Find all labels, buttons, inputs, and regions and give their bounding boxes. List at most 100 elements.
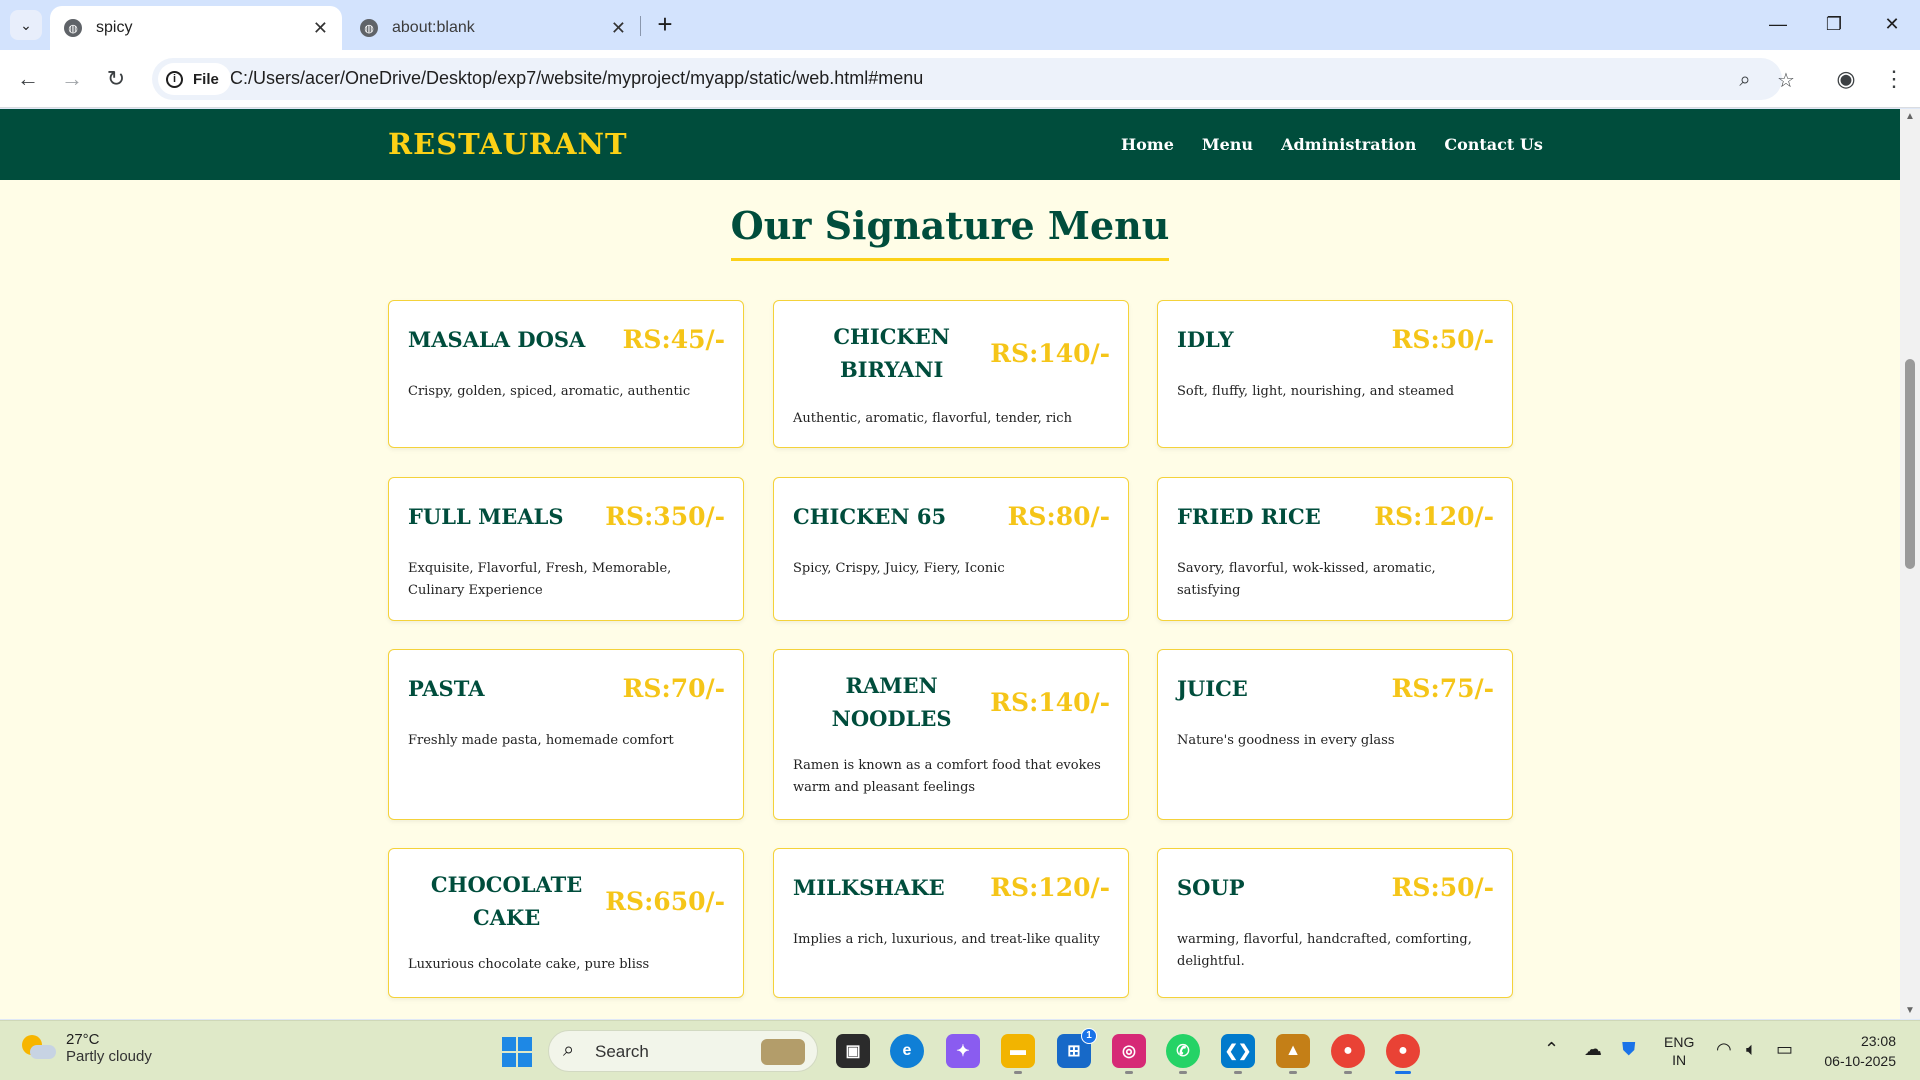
close-tab-icon[interactable]: ✕ xyxy=(313,18,328,39)
star-icon[interactable]: ☆ xyxy=(1772,66,1800,94)
dish-description: Exquisite, Flavorful, Fresh, Memorable, … xyxy=(408,561,672,598)
site-header: RESTAURANT Home Menu Administration Cont… xyxy=(0,109,1900,180)
menu-card-full-meals[interactable]: FULL MEALS RS:350/- Exquisite, Flavorful,… xyxy=(388,477,744,621)
wifi-icon[interactable]: ◠ xyxy=(1716,1039,1732,1060)
dish-price: RS:45/- xyxy=(622,325,725,354)
instagram-icon[interactable]: ◎ xyxy=(1112,1034,1146,1074)
menu-card-chicken-65[interactable]: CHICKEN 65 RS:80/- Spicy, Crispy, Juicy, … xyxy=(773,477,1129,621)
taskbar-search[interactable]: ⌕ Search xyxy=(548,1030,818,1072)
menu-card-pasta[interactable]: PASTA RS:70/- Freshly made pasta, homemad… xyxy=(388,649,744,820)
restore-button[interactable]: ❐ xyxy=(1806,0,1862,48)
close-tab-icon[interactable]: ✕ xyxy=(611,18,626,39)
menu-card-chicken-biryani[interactable]: CHICKEN BIRYANI RS:140/- Authentic, aroma… xyxy=(773,300,1129,448)
whatsapp-icon[interactable]: ✆ xyxy=(1166,1034,1200,1074)
windows-start-icon[interactable] xyxy=(502,1037,532,1067)
matlab-icon[interactable]: ▲ xyxy=(1276,1034,1310,1074)
browser-tab-strip: ⌄ ◍ spicy ✕ ◍ about:blank ✕ + — ❐ ✕ xyxy=(0,0,1920,50)
windows-taskbar: 27°C Partly cloudy ⌕ Search ▣ e ✦ ▬ ⊞ 1 ◎… xyxy=(0,1020,1920,1080)
tab-about-blank[interactable]: ◍ about:blank ✕ xyxy=(346,6,640,50)
menu-card-ramen-noodles[interactable]: RAMEN NOODLES RS:140/- Ramen is known as … xyxy=(773,649,1129,820)
system-clock[interactable]: 23:08 06-10-2025 xyxy=(1816,1031,1896,1071)
microsoft-store-icon[interactable]: ⊞ 1 xyxy=(1057,1028,1097,1068)
dish-name: RAMEN NOODLES xyxy=(831,673,952,731)
tab-title: spicy xyxy=(96,19,133,36)
tab-spicy[interactable]: ◍ spicy ✕ xyxy=(50,6,342,50)
chrome-icon[interactable]: ● xyxy=(1331,1034,1365,1074)
file-explorer-icon[interactable]: ▬ xyxy=(1001,1034,1035,1074)
task-view-icon[interactable]: ▣ xyxy=(836,1034,870,1068)
menu-kebab-icon[interactable]: ⋮ xyxy=(1878,63,1910,95)
edge-icon[interactable]: e xyxy=(890,1034,924,1068)
battery-icon[interactable]: ▭ xyxy=(1776,1039,1793,1060)
dish-price: RS:80/- xyxy=(1007,502,1110,531)
nav-menu[interactable]: Menu xyxy=(1202,135,1253,154)
nav-home[interactable]: Home xyxy=(1121,135,1174,154)
dish-price: RS:140/- xyxy=(990,687,1110,717)
profile-icon[interactable]: ◉ xyxy=(1830,63,1862,95)
address-bar[interactable]: i File C:/Users/acer/OneDrive/Desktop/ex… xyxy=(152,58,1795,100)
menu-card-chocolate-cake[interactable]: CHOCOLATE CAKE RS:650/- Luxurious chocola… xyxy=(388,848,744,998)
vscode-icon[interactable]: ❮❯ xyxy=(1221,1034,1255,1074)
dish-description: warming, flavorful, handcrafted, comfort… xyxy=(1177,932,1472,969)
dish-name: CHOCOLATE CAKE xyxy=(430,872,583,930)
restaurant-logo[interactable]: RESTAURANT xyxy=(388,127,628,161)
url-text[interactable]: C:/Users/acer/OneDrive/Desktop/exp7/webs… xyxy=(230,68,923,89)
minimize-icon: — xyxy=(1769,13,1787,34)
nav-administration[interactable]: Administration xyxy=(1281,135,1416,154)
language-indicator[interactable]: ENG IN xyxy=(1664,1033,1694,1069)
partly-cloudy-icon xyxy=(22,1033,56,1063)
menu-section-header: Our Signature Menu xyxy=(0,203,1900,261)
site-info-chip[interactable]: i File xyxy=(158,63,231,95)
page-scrollbar[interactable]: ▲ ▼ xyxy=(1900,109,1920,1019)
back-button[interactable]: ← xyxy=(12,63,44,95)
dish-description: Nature's goodness in every glass xyxy=(1177,733,1395,748)
language-code: ENG xyxy=(1664,1034,1695,1050)
weather-condition: Partly cloudy xyxy=(66,1048,152,1065)
dish-name: CHICKEN BIRYANI xyxy=(833,324,950,382)
site-info-label: File xyxy=(193,70,219,88)
scroll-up-icon[interactable]: ▲ xyxy=(1904,111,1916,123)
forward-button[interactable]: → xyxy=(56,63,88,95)
globe-icon: ◍ xyxy=(64,19,82,37)
chevron-up-icon[interactable]: ⌃ xyxy=(1544,1039,1559,1060)
dish-description: Soft, fluffy, light, nourishing, and ste… xyxy=(1177,384,1455,399)
menu-card-masala-dosa[interactable]: MASALA DOSA RS:45/- Crispy, golden, spice… xyxy=(388,300,744,448)
new-tab-button[interactable]: + xyxy=(650,10,680,40)
security-shield-icon[interactable]: ⛊ xyxy=(1622,1039,1636,1060)
dish-name: MASALA DOSA xyxy=(408,327,586,352)
store-badge: 1 xyxy=(1081,1028,1097,1044)
menu-card-juice[interactable]: JUICE RS:75/- Nature's goodness in every … xyxy=(1157,649,1513,820)
menu-card-fried-rice[interactable]: FRIED RICE RS:120/- Savory, flavorful, wo… xyxy=(1157,477,1513,621)
tab-search-button[interactable]: ⌄ xyxy=(10,10,42,40)
menu-card-idly[interactable]: IDLY RS:50/- Soft, fluffy, light, nourish… xyxy=(1157,300,1513,448)
search-label: Search xyxy=(595,1042,649,1061)
menu-card-milkshake[interactable]: MILKSHAKE RS:120/- Implies a rich, luxuri… xyxy=(773,848,1129,998)
clock-time: 23:08 xyxy=(1860,1033,1896,1049)
nav-contact-us[interactable]: Contact Us xyxy=(1444,135,1542,154)
scroll-down-icon[interactable]: ▼ xyxy=(1904,1005,1916,1017)
onedrive-icon[interactable]: ☁ xyxy=(1584,1039,1602,1060)
dish-description: Ramen is known as a comfort food that ev… xyxy=(793,758,1101,795)
dish-description: Crispy, golden, spiced, aromatic, authen… xyxy=(408,384,691,399)
info-icon: i xyxy=(166,70,183,88)
close-window-button[interactable]: ✕ xyxy=(1864,0,1920,48)
globe-icon: ◍ xyxy=(360,19,378,37)
search-icon: ⌕ xyxy=(563,1039,575,1061)
volume-icon[interactable]: 🔈︎ xyxy=(1746,1039,1757,1060)
chrome-active-icon[interactable]: ● xyxy=(1386,1034,1420,1074)
weather-widget[interactable]: 27°C Partly cloudy xyxy=(22,1031,152,1065)
search-highlight-image xyxy=(761,1039,805,1065)
reload-button[interactable]: ↻ xyxy=(100,63,132,95)
arrow-left-icon: ← xyxy=(17,66,39,91)
dish-price: RS:75/- xyxy=(1391,674,1494,703)
dish-price: RS:650/- xyxy=(605,886,725,916)
dish-description: Implies a rich, luxurious, and treat-lik… xyxy=(793,932,1100,947)
dish-name: JUICE xyxy=(1177,676,1248,701)
minimize-button[interactable]: — xyxy=(1750,0,1806,48)
zoom-icon[interactable]: ⌕ xyxy=(1731,66,1759,94)
copilot-icon[interactable]: ✦ xyxy=(946,1034,980,1068)
scrollbar-thumb[interactable] xyxy=(1905,359,1915,569)
dish-description: Luxurious chocolate cake, pure bliss xyxy=(408,957,650,972)
dish-price: RS:140/- xyxy=(990,338,1110,368)
menu-card-soup[interactable]: SOUP RS:50/- warming, flavorful, handcraf… xyxy=(1157,848,1513,998)
